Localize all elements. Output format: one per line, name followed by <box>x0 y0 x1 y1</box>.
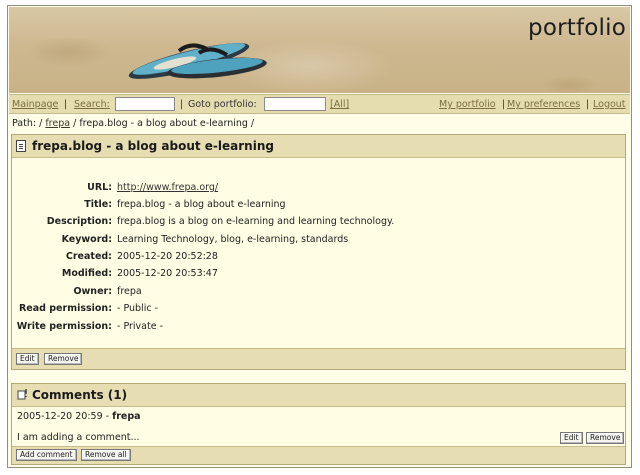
breadcrumb-link-frepa[interactable]: frepa <box>45 118 70 129</box>
field-label: Modified: <box>61 268 112 279</box>
comments-title: Comments (1) <box>32 388 128 402</box>
nav-separator: | <box>502 99 506 110</box>
comment-text: I am adding a comment... <box>17 432 140 443</box>
field-label: Created: <box>65 251 112 262</box>
field-row-created: Created: 2005-12-20 20:52:28 <box>12 251 625 265</box>
remove-item-button[interactable]: Remove <box>44 353 83 365</box>
search-label: Search: <box>74 99 110 110</box>
field-label: Write permission: <box>16 321 112 332</box>
field-row-write-permission: Write permission: - Private - <box>12 321 625 335</box>
add-comment-button[interactable]: Add comment <box>16 449 77 461</box>
url-link[interactable]: http://www.frepa.org/ <box>117 182 218 193</box>
banner: portfolio <box>9 7 630 93</box>
search-input[interactable] <box>115 97 175 111</box>
field-value: - Public - <box>117 303 159 314</box>
breadcrumb: Path: / frepa / frepa.blog - a blog abou… <box>12 118 254 129</box>
mainpage-link[interactable]: Mainpage <box>12 99 58 110</box>
breadcrumb-rest: / frepa.blog - a blog about e-learning / <box>73 118 255 129</box>
edit-comment-button[interactable]: Edit <box>560 432 583 444</box>
comment-meta: 2005-12-20 20:59 - frepa <box>17 411 141 422</box>
banner-title: portfolio <box>528 15 626 41</box>
comments-actions-bar: Add comment Remove all <box>12 446 625 464</box>
field-label: Owner: <box>73 286 112 297</box>
goto-portfolio-label: Goto portfolio: <box>188 99 257 110</box>
my-portfolio-link[interactable]: My portfolio <box>439 99 496 110</box>
item-actions-bar: Edit Remove <box>12 348 625 369</box>
field-row-owner: Owner: frepa <box>12 286 625 300</box>
remove-all-comments-button[interactable]: Remove all <box>81 449 131 461</box>
top-navigation-bar: Mainpage | Search: | Goto portfolio: [Al… <box>9 94 630 114</box>
breadcrumb-prefix: Path: / <box>12 118 43 129</box>
item-title: frepa.blog - a blog about e-learning <box>32 139 274 153</box>
nav-separator: | <box>180 99 184 110</box>
field-label: URL: <box>87 182 112 193</box>
field-value: frepa <box>117 286 142 297</box>
portfolio-window: portfolio Mainpage | Search: | Goto port… <box>7 5 632 468</box>
field-row-title: Title: frepa.blog - a blog about e-learn… <box>12 199 625 213</box>
goto-portfolio-input[interactable] <box>264 97 326 111</box>
field-label: Description: <box>46 216 112 227</box>
field-label: Read permission: <box>18 303 112 314</box>
field-label: Title: <box>84 199 112 210</box>
field-value: frepa.blog is a blog on e-learning and l… <box>117 216 395 227</box>
field-value: Learning Technology, blog, e-learning, s… <box>117 234 349 245</box>
all-portfolios-link[interactable]: [All] <box>330 99 349 110</box>
item-panel-header: frepa.blog - a blog about e-learning <box>12 135 625 158</box>
field-row-description: Description: frepa.blog is a blog on e-l… <box>12 216 625 230</box>
edit-item-button[interactable]: Edit <box>16 353 39 365</box>
nav-separator: | <box>64 99 68 110</box>
my-preferences-link[interactable]: My preferences <box>507 99 580 110</box>
document-icon <box>16 140 26 152</box>
field-value: 2005-12-20 20:53:47 <box>117 268 218 279</box>
field-value: frepa.blog - a blog about e-learning <box>117 199 286 210</box>
comment-icon <box>17 389 27 400</box>
field-row-modified: Modified: 2005-12-20 20:53:47 <box>12 268 625 282</box>
comment-author: frepa <box>112 411 141 422</box>
field-label: Keyword: <box>61 234 112 245</box>
field-row-read-permission: Read permission: - Public - <box>12 303 625 317</box>
field-row-keyword: Keyword: Learning Technology, blog, e-le… <box>12 234 625 248</box>
field-row-url: URL: http://www.frepa.org/ <box>12 182 625 196</box>
logout-link[interactable]: Logout <box>593 99 626 110</box>
sandals-image <box>128 43 267 79</box>
comment-separator: - <box>105 411 110 422</box>
comment-timestamp: 2005-12-20 20:59 <box>17 411 103 422</box>
comments-header: Comments (1) <box>12 384 625 407</box>
field-value: 2005-12-20 20:52:28 <box>117 251 218 262</box>
field-value: - Private - <box>117 321 164 332</box>
comments-panel: Comments (1) 2005-12-20 20:59 - frepa I … <box>11 383 626 465</box>
nav-separator: | <box>586 99 590 110</box>
item-details-panel: frepa.blog - a blog about e-learning URL… <box>11 134 626 370</box>
remove-comment-button[interactable]: Remove <box>586 432 625 444</box>
